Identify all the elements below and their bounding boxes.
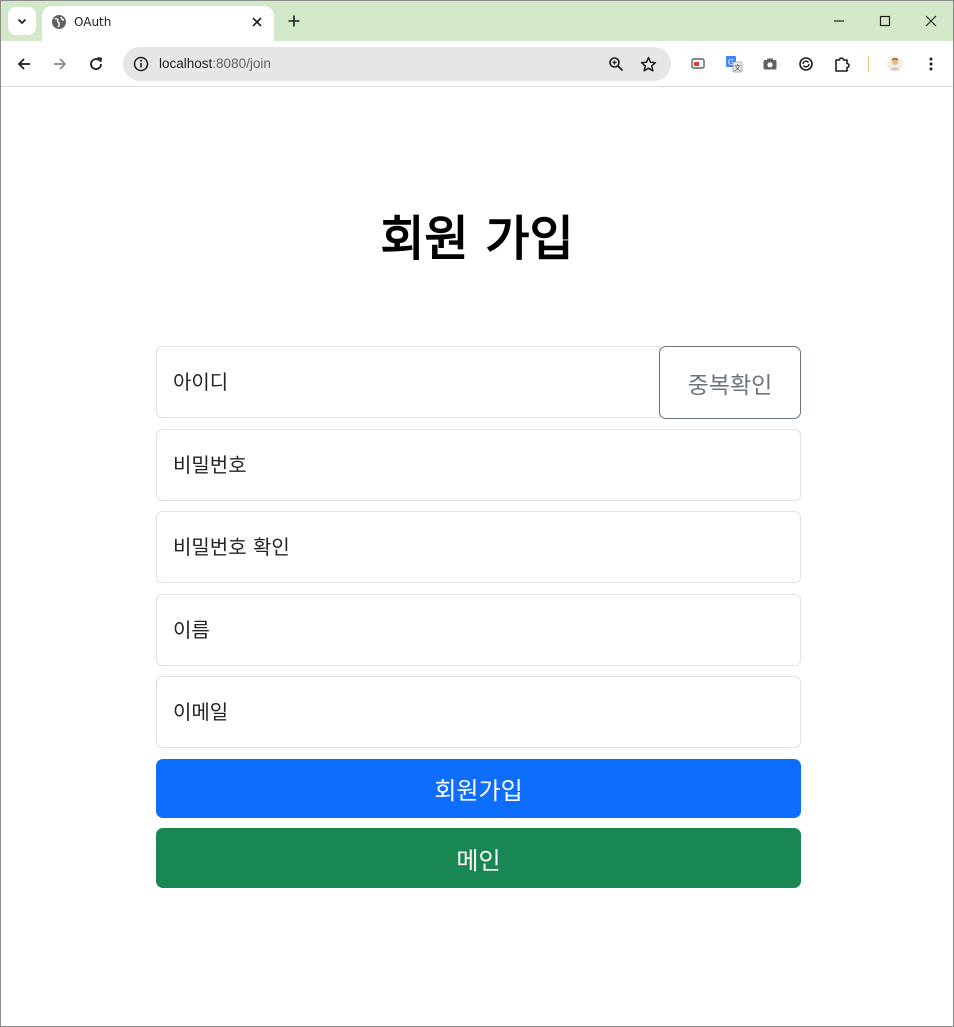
id-field[interactable] — [156, 346, 660, 418]
site-info-icon[interactable] — [129, 52, 153, 76]
zoom-icon[interactable] — [604, 52, 628, 76]
window-close-icon[interactable] — [917, 7, 945, 35]
new-tab-plus-icon[interactable] — [283, 10, 305, 32]
browser-toolbar: localhost:8080/join G文 — [1, 41, 953, 87]
tab-strip: OAuth — [1, 1, 953, 41]
camera-extension-icon[interactable] — [758, 52, 782, 76]
main-button[interactable]: 메인 — [156, 828, 801, 888]
browser-window: OAuth localhost:8080/join G 文 회원 가입 아이디 … — [0, 0, 954, 1027]
password-confirm-input[interactable] — [157, 512, 800, 582]
maximize-icon[interactable] — [871, 7, 899, 35]
address-bar[interactable]: localhost:8080/join — [123, 47, 671, 81]
email-input[interactable] — [157, 677, 800, 747]
join-button[interactable]: 회원가입 — [156, 759, 801, 818]
minimize-icon[interactable] — [825, 7, 853, 35]
id-input[interactable] — [157, 347, 659, 417]
url-text: localhost:8080/join — [159, 56, 271, 71]
browser-menu-icon[interactable] — [919, 52, 943, 76]
back-arrow-icon[interactable] — [10, 50, 38, 78]
toolbar-separator — [868, 56, 869, 72]
email-field[interactable] — [156, 676, 801, 748]
extensions-puzzle-icon[interactable] — [830, 52, 854, 76]
tab-search-button[interactable] — [8, 7, 36, 35]
name-field[interactable] — [156, 594, 801, 666]
url-host: localhost — [159, 56, 213, 71]
url-path: :8080/join — [212, 56, 271, 71]
sync-extension-icon[interactable] — [794, 52, 818, 76]
cast-extension-icon[interactable] — [686, 52, 710, 76]
page-content: 회원 가입 중복확인 회원가입 메인 — [1, 88, 953, 1026]
translate-extension-icon[interactable]: G文 — [722, 52, 746, 76]
active-tab[interactable]: OAuth — [42, 6, 274, 41]
svg-text:文: 文 — [734, 63, 741, 72]
name-input[interactable] — [157, 595, 800, 665]
bookmark-star-icon[interactable] — [636, 52, 660, 76]
duplicate-check-button[interactable]: 중복확인 — [659, 346, 801, 419]
tab-title: OAuth — [74, 15, 112, 29]
password-input[interactable] — [157, 430, 800, 500]
chevron-down-icon — [17, 18, 27, 25]
password-field[interactable] — [156, 429, 801, 501]
tab-close-icon[interactable] — [248, 13, 266, 31]
page-title: 회원 가입 — [380, 211, 574, 267]
globe-icon — [52, 15, 66, 29]
forward-arrow-icon[interactable] — [46, 50, 74, 78]
reload-icon[interactable] — [82, 50, 110, 78]
profile-avatar-icon[interactable] — [883, 52, 907, 76]
password-confirm-field[interactable] — [156, 511, 801, 583]
